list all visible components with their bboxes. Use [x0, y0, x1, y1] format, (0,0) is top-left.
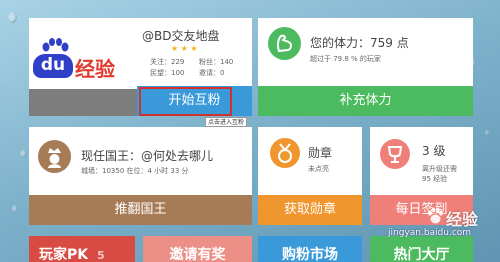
water-drop [20, 150, 27, 158]
tooltip: 点击进入互粉 [205, 117, 248, 127]
water-drop [8, 12, 17, 23]
stamina-card: 您的体力：759 点 超过于 79.8 % 的玩家 补充体力 [258, 18, 473, 116]
watermark-paw-icon [426, 207, 444, 225]
rating-stars: ★ ★ ★ [171, 44, 198, 53]
stamina-percentile: 超过于 79.8 % 的玩家 [310, 55, 381, 63]
level-exp: 95 经验 [422, 175, 448, 183]
add-stamina-button[interactable]: 补充体力 [258, 86, 473, 116]
follow-count: 关注：229 [150, 58, 185, 66]
water-drop [12, 205, 18, 213]
king-card: 现任国王：@何处去哪儿 城墙：10350 在位：4 小时 33 分 推翻国王 [29, 127, 252, 225]
profile-avatar-strip [29, 89, 137, 116]
username: @BD交友地盘 [142, 29, 220, 43]
medal-status: 未点亮 [308, 165, 329, 173]
fans-market-tile[interactable]: 购粉市场 [258, 236, 362, 262]
stamina-title: 您的体力：759 点 [310, 36, 409, 50]
watermark-url: jingyan.baidu.com [388, 228, 472, 238]
invite-count: 邀请：0 [199, 69, 225, 77]
king-detail: 城墙：10350 在位：4 小时 33 分 [81, 167, 189, 175]
muscle-icon [268, 27, 301, 60]
level-title: 3 级 [422, 144, 446, 158]
medal-card: 勋章 未点亮 获取勋章 [258, 127, 362, 225]
medal-title: 勋章 [308, 146, 333, 160]
watermark-brand: 经验 [446, 210, 479, 229]
trophy-icon [380, 139, 410, 169]
level-need: 离升级还需 [422, 165, 457, 173]
highlight-box [139, 87, 232, 116]
medal-icon [270, 138, 300, 168]
logo-jingyan: 经验 [75, 57, 115, 81]
baidu-watermark: 经验 jingyan.baidu.com [388, 204, 498, 254]
king-title: 现任国王：@何处去哪儿 [81, 149, 214, 163]
king-icon [38, 140, 71, 173]
player-pk-tile[interactable]: 玩家PK 5 [29, 236, 135, 262]
player-pk-count: 5 [96, 249, 105, 262]
fans-count: 粉丝：140 [199, 58, 234, 66]
water-drop [485, 130, 490, 136]
player-pk-label: 玩家PK [39, 247, 89, 262]
pass-count: 民望：100 [150, 69, 185, 77]
invite-reward-tile[interactable]: 邀请有奖 [143, 236, 252, 262]
get-medal-button[interactable]: 获取勋章 [258, 195, 362, 225]
overthrow-king-button[interactable]: 推翻国王 [29, 195, 252, 225]
baidu-jingyan-logo: du 经验 [33, 38, 119, 88]
logo-du: du [33, 54, 73, 78]
